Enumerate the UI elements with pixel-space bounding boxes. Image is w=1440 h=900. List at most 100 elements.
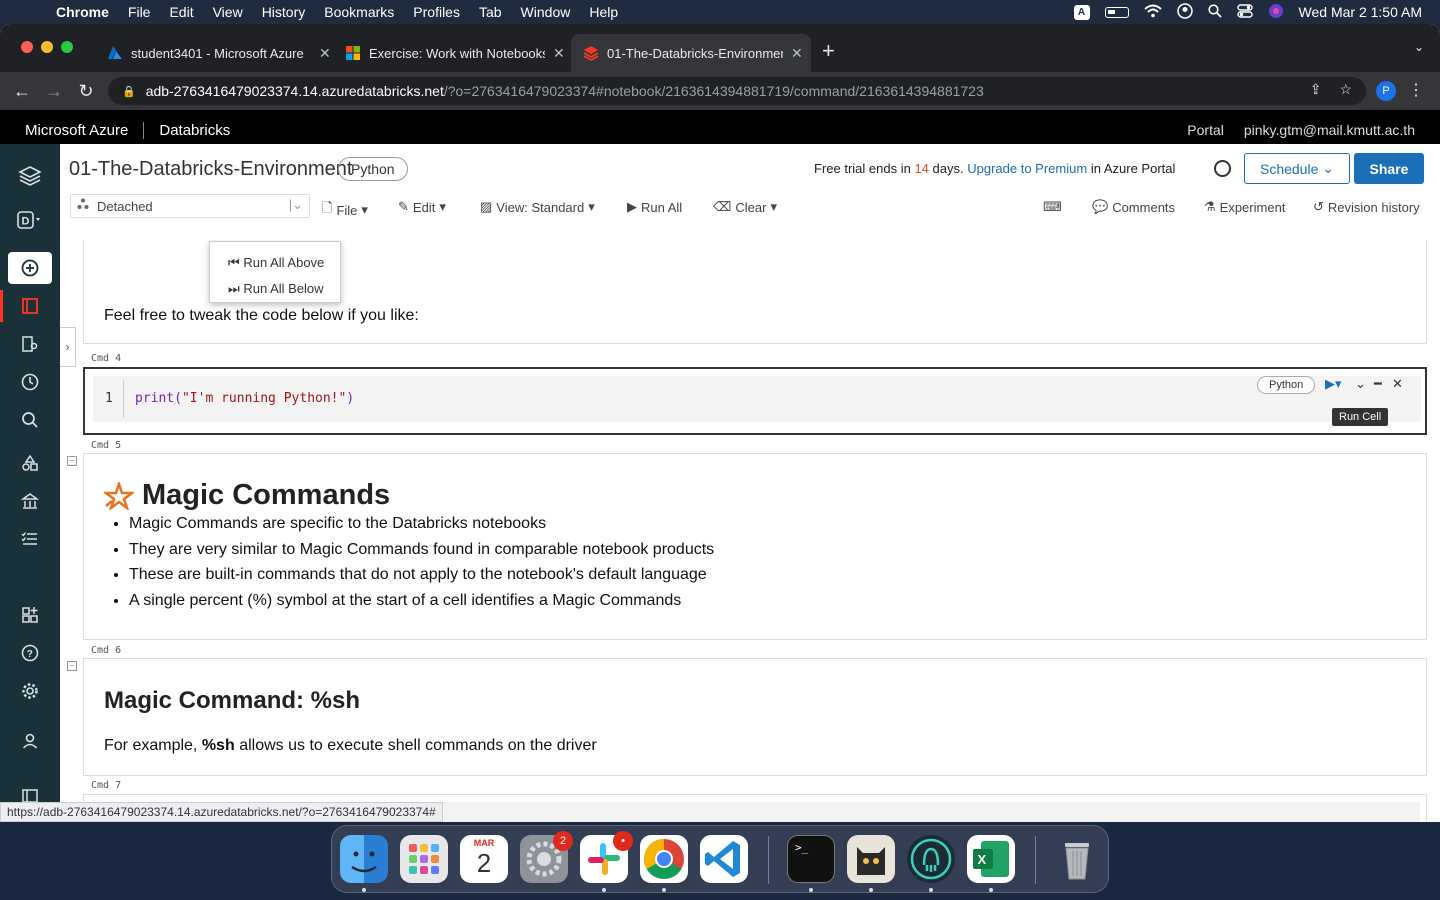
- run-cell-icon[interactable]: ▶▾: [1325, 376, 1342, 392]
- wifi-icon[interactable]: [1143, 4, 1162, 21]
- run-all-below-item[interactable]: ⏭ Run All Below: [210, 278, 340, 304]
- account-icon[interactable]: [10, 725, 50, 757]
- finder-icon[interactable]: [340, 835, 388, 883]
- collapse-cell-icon[interactable]: −: [67, 661, 77, 671]
- azure-brand[interactable]: Microsoft Azure: [25, 121, 145, 139]
- schedule-button[interactable]: Schedule ⌄: [1244, 153, 1350, 184]
- share-button[interactable]: Share: [1354, 153, 1424, 184]
- share-page-icon[interactable]: ⇪: [1310, 81, 1322, 98]
- zoom-window-button[interactable]: [61, 41, 73, 53]
- markdown-cell-6[interactable]: Magic Command: %sh For example, %sh allo…: [83, 658, 1427, 776]
- notebook-title[interactable]: 01-The-Databricks-Environment: [69, 158, 352, 181]
- battery-icon[interactable]: [1104, 6, 1129, 18]
- schedule-clock-icon[interactable]: [1214, 160, 1231, 177]
- menu-tab[interactable]: Tab: [479, 4, 502, 20]
- run-all-above-item[interactable]: ⏮ Run All Above: [210, 252, 340, 278]
- lock-icon[interactable]: 🔒: [122, 85, 136, 98]
- launchpad-icon[interactable]: [400, 835, 448, 883]
- minimize-cell-icon[interactable]: ━: [1374, 376, 1382, 392]
- back-icon[interactable]: ←: [6, 81, 38, 102]
- markdown-cell-3[interactable]: ⏮ Run All Above ⏭ Run All Below Feel fre…: [83, 240, 1427, 344]
- settings-gear-icon[interactable]: [10, 675, 50, 707]
- experiment-button[interactable]: ⚗ Experiment: [1204, 199, 1285, 215]
- menu-app-name[interactable]: Chrome: [56, 4, 109, 20]
- comments-icon: 💬: [1092, 199, 1109, 214]
- menu-bookmarks[interactable]: Bookmarks: [324, 4, 394, 20]
- input-source-icon[interactable]: A: [1073, 4, 1090, 20]
- search-icon[interactable]: [10, 404, 50, 436]
- user-email[interactable]: pinky.gtm@mail.kmutt.ac.th: [1244, 122, 1415, 138]
- edit-menu[interactable]: ✎ Edit ▾: [398, 199, 446, 215]
- new-tab-button[interactable]: +: [822, 38, 835, 64]
- comments-button[interactable]: 💬 Comments: [1092, 199, 1175, 215]
- tab-exercise[interactable]: Exercise: Work with Notebooks ✕: [333, 34, 569, 72]
- file-menu[interactable]: 🗋 File ▾: [322, 199, 368, 221]
- databricks-product[interactable]: Databricks: [159, 122, 230, 139]
- collapse-cell-icon[interactable]: −: [67, 456, 77, 466]
- address-bar[interactable]: 🔒 adb-2763416479023374.14.azuredatabrick…: [108, 77, 1366, 105]
- chevron-down-icon[interactable]: ⌄: [1355, 376, 1366, 392]
- compute-icon[interactable]: [10, 485, 50, 517]
- recents-icon[interactable]: [10, 366, 50, 398]
- bookmark-star-icon[interactable]: ☆: [1339, 81, 1352, 98]
- run-above-icon: ⏮: [228, 255, 240, 270]
- jobs-icon[interactable]: [10, 523, 50, 555]
- vscode-icon[interactable]: [700, 835, 748, 883]
- menu-window[interactable]: Window: [521, 4, 571, 20]
- chrome-icon[interactable]: [640, 835, 688, 883]
- forward-icon[interactable]: →: [38, 81, 70, 102]
- help-icon[interactable]: ?: [10, 637, 50, 669]
- close-tab-icon[interactable]: ✕: [553, 45, 565, 62]
- user-icon[interactable]: [1176, 2, 1193, 22]
- keyboard-shortcuts-icon[interactable]: ⌨: [1043, 199, 1062, 215]
- chevron-down-icon: |⌄: [288, 197, 303, 212]
- persona-switcher-icon[interactable]: D: [10, 204, 50, 236]
- view-menu[interactable]: ▨ View: Standard ▾: [480, 199, 595, 215]
- tab-databricks-notebook[interactable]: 01-The-Databricks-Environment ✕: [571, 34, 811, 72]
- reload-icon[interactable]: ↻: [70, 81, 102, 102]
- markdown-cell-5[interactable]: Magic Commands Magic Commands are specif…: [83, 453, 1427, 640]
- menu-edit[interactable]: Edit: [169, 4, 193, 20]
- tab-search-chevron-icon[interactable]: ⌄: [1414, 40, 1424, 54]
- code-cell-4[interactable]: 1 print("I'm running Python!") Python ▶▾…: [83, 367, 1427, 435]
- menu-clock[interactable]: Wed Mar 2 1:50 AM: [1299, 4, 1422, 20]
- cell-language-badge[interactable]: Python: [1257, 376, 1316, 394]
- workspace-icon[interactable]: [10, 290, 50, 322]
- trash-icon[interactable]: [1053, 835, 1101, 883]
- gitkraken-icon[interactable]: [907, 835, 955, 883]
- close-tab-icon[interactable]: ✕: [319, 45, 331, 62]
- profile-avatar[interactable]: P: [1376, 81, 1396, 101]
- databricks-layers-icon[interactable]: [10, 160, 50, 192]
- notebook-language-badge[interactable]: Python: [338, 157, 408, 181]
- menu-history[interactable]: History: [262, 4, 306, 20]
- terminal-icon[interactable]: >_: [787, 835, 835, 883]
- data-icon[interactable]: [10, 447, 50, 479]
- menu-file[interactable]: File: [128, 4, 151, 20]
- create-icon[interactable]: [8, 252, 52, 284]
- partner-connect-icon[interactable]: [10, 599, 50, 631]
- control-center-icon[interactable]: [1236, 3, 1253, 21]
- fork-git-icon[interactable]: [847, 835, 895, 883]
- expand-panel-chevron-icon[interactable]: ›: [60, 327, 76, 367]
- revision-history-button[interactable]: ↺ Revision history: [1313, 199, 1420, 215]
- spotlight-icon[interactable]: [1207, 3, 1222, 21]
- tab-azure-portal[interactable]: student3401 - Microsoft Azure ✕: [95, 34, 331, 72]
- cluster-selector[interactable]: Detached |⌄: [70, 194, 310, 218]
- menu-help[interactable]: Help: [589, 4, 618, 20]
- code-editor[interactable]: 1 print("I'm running Python!"): [93, 376, 1421, 422]
- clear-menu[interactable]: ⌫ Clear ▾: [713, 199, 777, 215]
- upgrade-premium-link[interactable]: Upgrade to Premium: [967, 161, 1087, 176]
- menu-profiles[interactable]: Profiles: [413, 4, 460, 20]
- calendar-icon[interactable]: MAR 2: [460, 835, 508, 883]
- excel-icon[interactable]: X: [967, 835, 1015, 883]
- siri-icon[interactable]: [1268, 3, 1284, 22]
- portal-link[interactable]: Portal: [1187, 122, 1224, 138]
- menu-view[interactable]: View: [213, 4, 243, 20]
- minimize-window-button[interactable]: [41, 41, 53, 53]
- repos-icon[interactable]: [10, 328, 50, 360]
- run-all-button[interactable]: ▶ Run All: [627, 199, 682, 215]
- close-tab-icon[interactable]: ✕: [791, 45, 803, 62]
- close-cell-icon[interactable]: ✕: [1392, 376, 1403, 392]
- chrome-menu-icon[interactable]: ⋮: [1408, 80, 1424, 100]
- close-window-button[interactable]: [21, 41, 33, 53]
